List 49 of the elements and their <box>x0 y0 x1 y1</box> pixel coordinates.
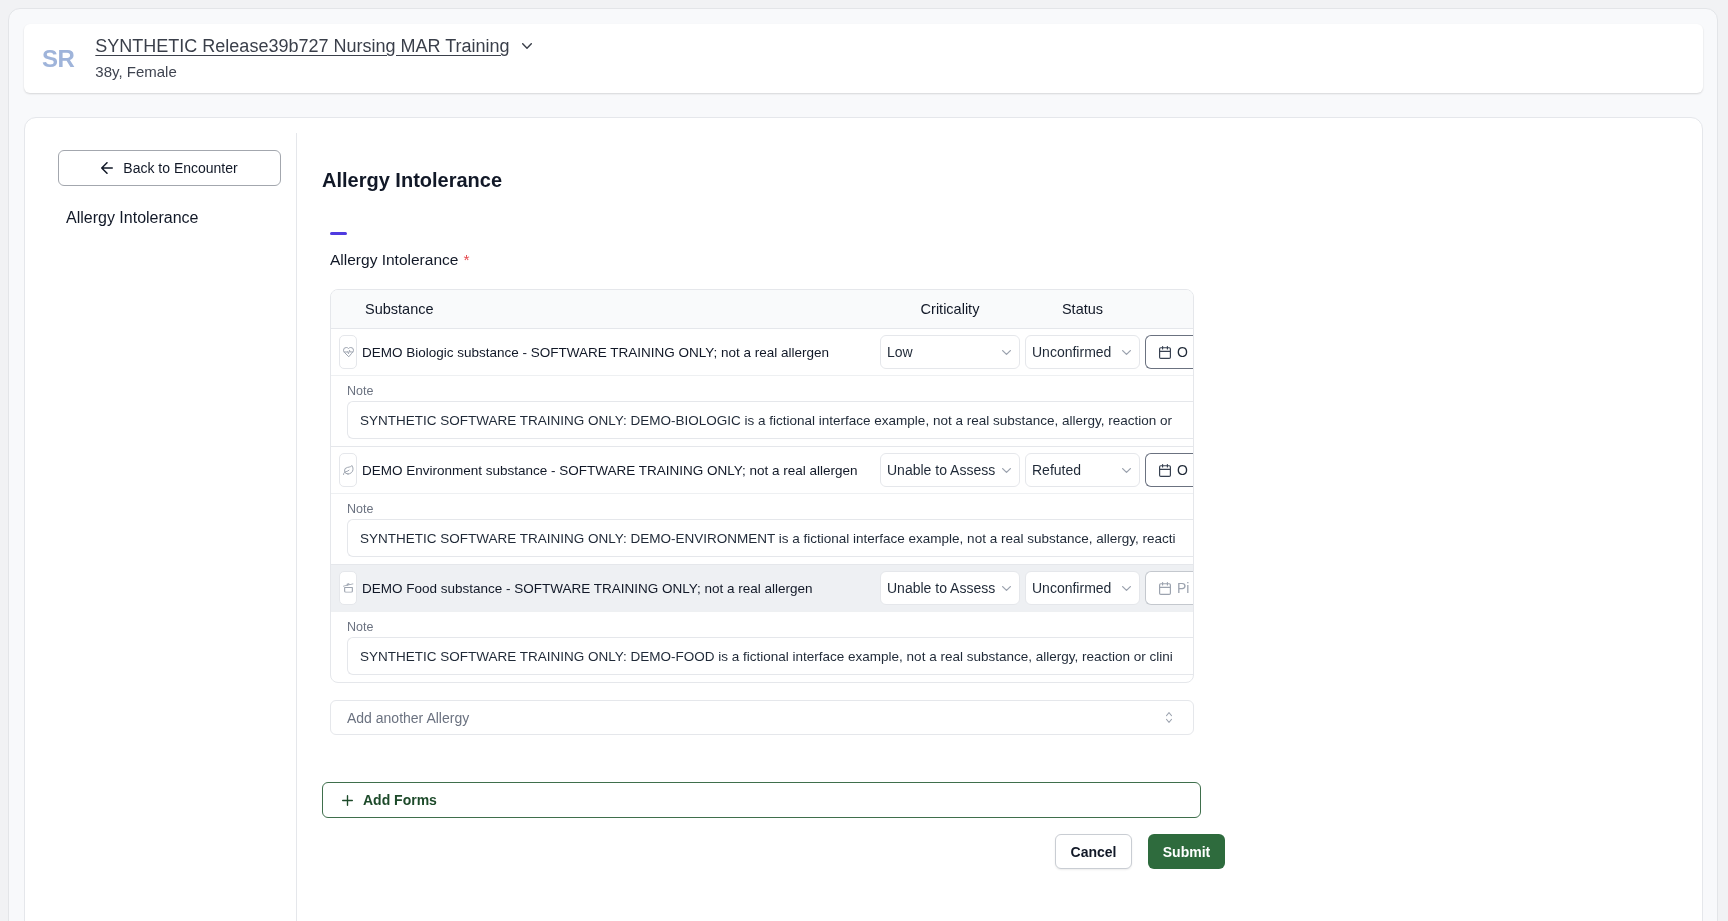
cancel-button[interactable]: Cancel <box>1055 834 1132 869</box>
chevron-down-icon <box>1122 585 1131 591</box>
patient-name-link[interactable]: SYNTHETIC Release39b727 Nursing MAR Training <box>95 35 510 57</box>
plus-icon <box>342 794 353 806</box>
note-label: Note <box>347 619 374 635</box>
date-picker-button[interactable]: O <box>1145 453 1193 487</box>
note-field[interactable]: SYNTHETIC SOFTWARE TRAINING ONLY: DEMO-ENVIRONMENT is a fictional interface example, not a real substance, allergy, reacti <box>347 519 1193 557</box>
status-select[interactable]: Unconfirmed <box>1025 571 1140 605</box>
column-header: Criticality <box>920 301 980 317</box>
substance-name: DEMO Food substance - SOFTWARE TRAINING ONLY; not a real allergen <box>362 580 813 596</box>
column-header: Status <box>1061 301 1104 317</box>
chevron-down-icon <box>1122 349 1131 355</box>
note-field[interactable]: SYNTHETIC SOFTWARE TRAINING ONLY: DEMO-BIOLOGIC is a fictional interface example, not a real substance, allergy, reaction or <box>347 401 1193 439</box>
back-button[interactable]: Back to Encounter <box>58 150 281 186</box>
chevron-down-icon <box>1002 349 1011 355</box>
note-field[interactable]: SYNTHETIC SOFTWARE TRAINING ONLY: DEMO-FOOD is a fictional interface example, not a real substance, allergy, reaction or clini <box>347 637 1193 675</box>
sidebar-item[interactable]: Allergy Intolerance <box>66 207 199 229</box>
chevron-up-down-icon <box>1166 712 1172 723</box>
avatar-initials: SR <box>42 44 75 73</box>
note-label: Note <box>347 501 374 517</box>
substance-name: DEMO Environment substance - SOFTWARE TRAINING ONLY; not a real allergen <box>362 462 858 478</box>
leaf-icon[interactable] <box>339 453 357 487</box>
add-forms-button[interactable]: Add Forms <box>322 782 1201 818</box>
date-picker-button[interactable]: O <box>1145 335 1193 369</box>
column-header: Substance <box>364 301 434 317</box>
calendar-icon <box>1159 581 1171 595</box>
heart-pulse-icon[interactable] <box>339 335 357 369</box>
patient-details: 38y, Female <box>95 62 177 82</box>
calendar-icon <box>1159 463 1171 477</box>
chevron-down-icon[interactable] <box>521 43 532 49</box>
submit-button[interactable]: Submit <box>1148 834 1225 869</box>
arrow-left-icon <box>101 162 114 174</box>
container-icon[interactable] <box>339 571 357 605</box>
calendar-icon <box>1159 345 1171 359</box>
status-select[interactable]: Unconfirmed <box>1025 335 1140 369</box>
substance-name: DEMO Biologic substance - SOFTWARE TRAINING ONLY; not a real allergen <box>362 344 830 360</box>
chevron-down-icon <box>1002 467 1011 473</box>
criticality-select[interactable]: Unable to Assess <box>880 453 1020 487</box>
field-label: Allergy Intolerance <box>330 250 459 270</box>
criticality-select[interactable]: Unable to Assess <box>880 571 1020 605</box>
required-mark: * <box>463 250 470 270</box>
form-title: Allergy Intolerance <box>322 168 503 193</box>
chevron-down-icon <box>1002 585 1011 591</box>
accent-dash-icon <box>330 232 347 235</box>
add-allergy-select[interactable]: Add another Allergy <box>330 700 1194 735</box>
chevron-down-icon <box>1122 467 1131 473</box>
criticality-select[interactable]: Low <box>880 335 1020 369</box>
status-select[interactable]: Refuted <box>1025 453 1140 487</box>
note-label: Note <box>347 383 374 399</box>
